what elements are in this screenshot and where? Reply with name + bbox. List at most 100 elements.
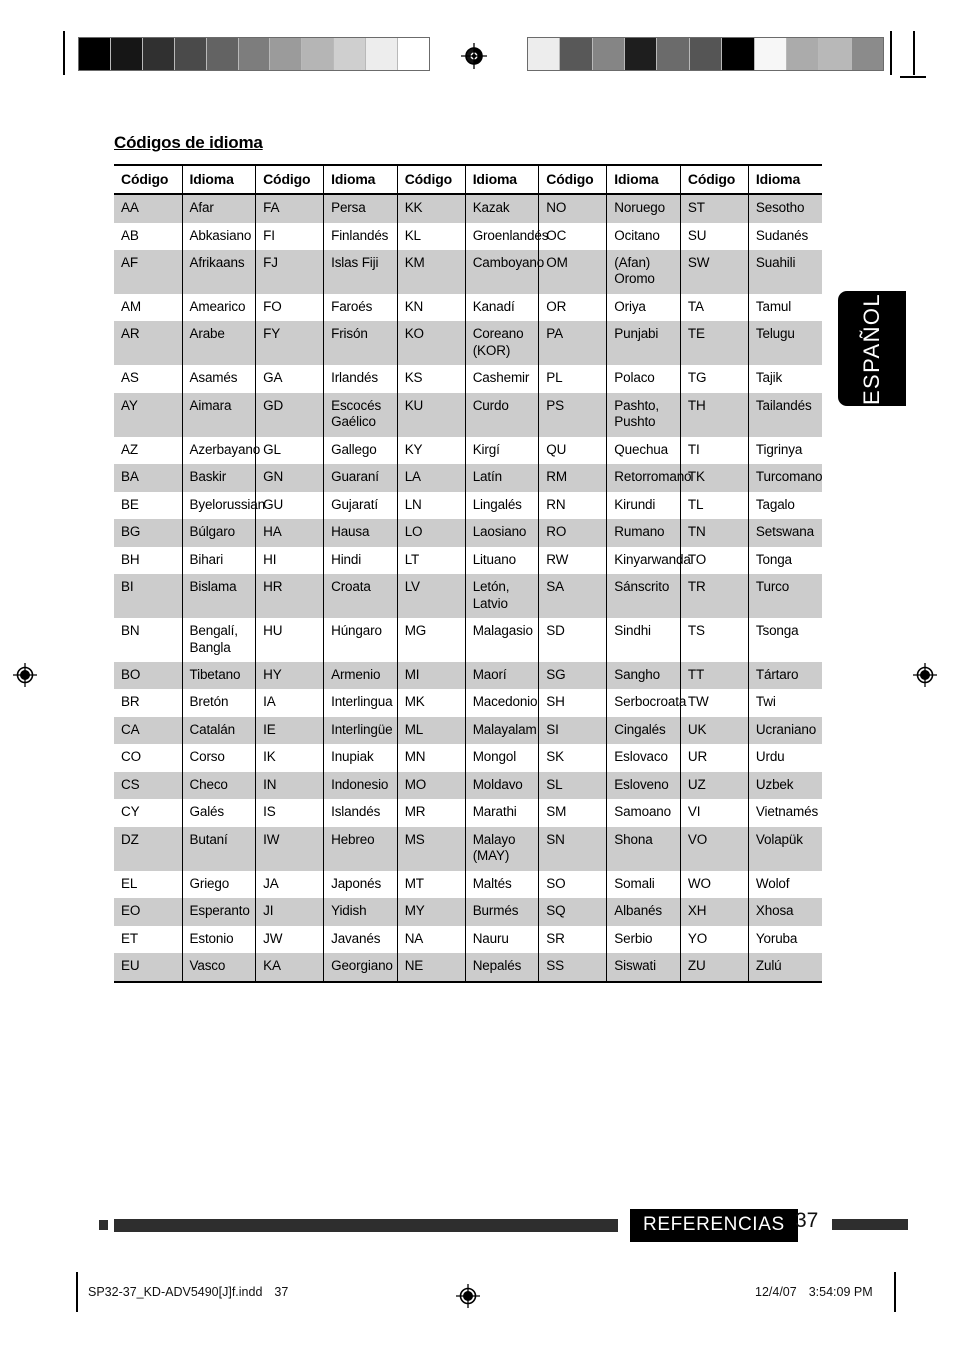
language-code-cell: NA xyxy=(396,925,466,954)
table-row: AA Afar FA Persa KK Kazak NO Noruego ST Sesotho xyxy=(114,194,822,223)
language-name-cell: Punjabi xyxy=(606,321,681,366)
table-row: CO Corso IK Inupiak MN Mongol SK Eslovaco UR Urdu xyxy=(114,744,822,772)
language-code-cell: HR xyxy=(255,574,324,619)
slug-file-info: SP32-37_KD-ADV5490[J]f.indd 37 xyxy=(88,1285,288,1299)
page-title: Códigos de idioma xyxy=(114,133,263,152)
language-name-cell: Kirundi xyxy=(606,491,681,520)
language-name-cell: Islas Fiji xyxy=(323,250,398,294)
language-name-cell: Oriya xyxy=(606,293,681,322)
color-calibration-bar-right xyxy=(527,37,884,71)
language-name-cell: Serbocroata xyxy=(606,689,686,717)
language-code-cell: CY xyxy=(114,799,182,827)
language-code-cell: KO xyxy=(396,321,466,366)
table-body: AA Afar FA Persa KK Kazak NO Noruego ST Sesotho AB… xyxy=(114,194,822,983)
language-code-cell: KA xyxy=(255,953,324,983)
language-code-cell: GD xyxy=(255,392,324,437)
language-code-cell: TW xyxy=(679,689,749,717)
language-code-cell: UZ xyxy=(679,771,749,800)
language-code-cell: LO xyxy=(396,519,466,547)
language-name-cell: Baskir xyxy=(181,464,256,492)
language-name-cell: Latín xyxy=(464,464,539,492)
language-name-cell: Serbio xyxy=(606,925,681,954)
table-row: AM Amearico FO Faroés KN Kanadí OR Oriya TA Tamul xyxy=(114,293,822,322)
language-code-cell: GU xyxy=(255,491,324,520)
color-swatch xyxy=(851,38,883,70)
language-name-cell: Javanés xyxy=(323,925,398,954)
language-name-cell: Vasco xyxy=(181,953,256,983)
language-code-cell: AB xyxy=(114,222,182,251)
slug-date: 12/4/07 xyxy=(755,1285,797,1299)
color-swatch xyxy=(592,38,626,70)
language-name-cell: Interlingüe xyxy=(323,716,398,745)
language-name-cell: Japonés xyxy=(323,870,398,899)
language-name-cell: Albanés xyxy=(606,898,681,926)
color-swatch xyxy=(206,38,239,70)
color-swatch xyxy=(270,38,303,70)
language-name-cell: Yoruba xyxy=(747,925,822,954)
language-name-cell: Butaní xyxy=(181,826,256,871)
language-code-cell: AM xyxy=(114,293,182,322)
language-name-cell: Gallego xyxy=(323,436,398,465)
language-code-cell: VO xyxy=(679,826,749,871)
language-code-cell: KL xyxy=(396,222,466,251)
language-code-cell: HI xyxy=(255,546,324,575)
slug-file-name: SP32-37_KD-ADV5490[J]f.indd xyxy=(88,1285,263,1299)
language-name-cell: Hebreo xyxy=(323,826,398,871)
registration-target-icon-bottom xyxy=(456,1284,480,1308)
table-row: AB Abkasiano FI Finlandés KL Groenlandés OC Oci… xyxy=(114,222,822,251)
language-name-cell: Groenlandés xyxy=(464,222,548,251)
language-code-cell: MO xyxy=(396,771,466,800)
language-name-cell: Persa xyxy=(323,194,398,223)
language-code-cell: LT xyxy=(396,546,466,575)
color-swatch xyxy=(625,38,658,70)
language-code-cell: SQ xyxy=(538,898,607,926)
language-code-cell: EO xyxy=(114,898,182,926)
language-code-cell: FY xyxy=(255,321,324,366)
color-swatch xyxy=(110,38,143,70)
language-code-cell: BG xyxy=(114,519,182,547)
language-code-cell: MI xyxy=(396,661,466,690)
crop-mark-top-right xyxy=(890,31,892,75)
color-swatch xyxy=(142,38,175,70)
table-row: AZ Azerbayano GL Gallego KY Kirgí QU Quechua TI T… xyxy=(114,436,822,465)
language-code-cell: ML xyxy=(396,716,466,745)
language-name-cell: Kinyarwanda xyxy=(606,546,691,575)
language-name-cell: Zulú xyxy=(747,953,822,983)
language-code-cell: MN xyxy=(396,744,466,772)
language-name-cell: Ucraniano xyxy=(747,716,822,745)
language-name-cell: Cashemir xyxy=(464,365,539,393)
language-code-cell: KM xyxy=(396,250,466,294)
language-name-cell: Nepalés xyxy=(464,953,539,983)
language-name-cell: Maorí xyxy=(464,661,539,690)
language-code-cell: TH xyxy=(679,392,749,437)
language-code-cell: OM xyxy=(538,250,607,294)
language-name-cell: Lituano xyxy=(464,546,539,575)
language-name-cell: Indonesio xyxy=(323,771,398,800)
language-name-cell: Gujaratí xyxy=(323,491,398,520)
language-name-cell: Estonio xyxy=(181,925,256,954)
language-name-cell: Finlandés xyxy=(323,222,398,251)
language-name-cell: Sesotho xyxy=(747,194,822,223)
color-swatch xyxy=(786,38,820,70)
language-code-cell: TO xyxy=(679,546,749,575)
language-name-cell: Polaco xyxy=(606,365,681,393)
language-code-cell: BN xyxy=(114,618,182,662)
language-code-cell: JI xyxy=(255,898,324,926)
language-code-cell: TR xyxy=(679,574,749,619)
language-code-cell: TL xyxy=(679,491,749,520)
language-name-cell: Eslovaco xyxy=(606,744,681,772)
language-name-cell: Macedonio xyxy=(464,689,539,717)
language-code-cell: KY xyxy=(396,436,466,465)
language-section-tab-label: ESPAÑOL xyxy=(859,292,884,405)
language-code-cell: ET xyxy=(114,925,182,954)
table-row: CY Galés IS Islandés MR Marathi SM Samoano VI Vie… xyxy=(114,799,822,827)
language-name-cell: Turcomano xyxy=(747,464,822,492)
language-code-cell: OC xyxy=(538,222,607,251)
language-name-cell: Ocitano xyxy=(606,222,681,251)
color-swatch xyxy=(819,38,852,70)
language-code-cell: LV xyxy=(396,574,466,619)
language-name-cell: Bengalí, Bangla xyxy=(181,618,256,662)
language-name-cell: Corso xyxy=(181,744,256,772)
table-row: EL Griego JA Japonés MT Maltés SO Somali WO Wolof xyxy=(114,870,822,899)
language-code-cell: SR xyxy=(538,925,607,954)
